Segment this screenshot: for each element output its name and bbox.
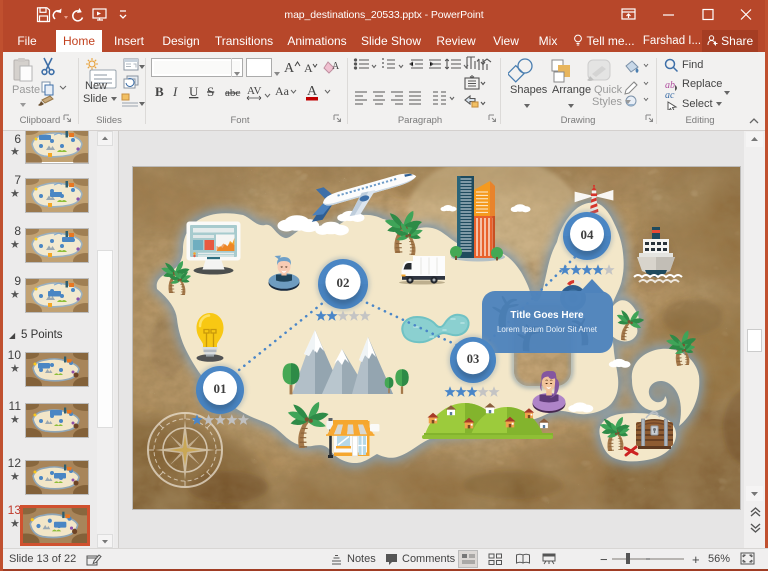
svg-text:AV: AV [247, 85, 262, 97]
svg-text:A: A [304, 61, 313, 75]
svg-text:abc: abc [225, 87, 240, 99]
svg-text:A: A [307, 84, 318, 99]
svg-text:I: I [172, 84, 178, 99]
svg-text:01: 01 [214, 381, 227, 396]
svg-text:Title Goes Here: Title Goes Here [510, 310, 584, 321]
svg-text:S: S [207, 84, 214, 99]
svg-text:U: U [189, 84, 199, 99]
svg-text:Lorem Ipsum Dolor Sit Amet: Lorem Ipsum Dolor Sit Amet [497, 325, 598, 334]
svg-text:02: 02 [337, 275, 350, 290]
svg-text:03: 03 [467, 352, 480, 366]
svg-text:ac: ac [665, 90, 675, 101]
svg-text:Aa: Aa [275, 84, 290, 98]
svg-text:A: A [332, 61, 340, 72]
svg-text:A: A [284, 61, 295, 76]
svg-text:04: 04 [581, 227, 595, 242]
svg-text:B: B [155, 84, 164, 99]
